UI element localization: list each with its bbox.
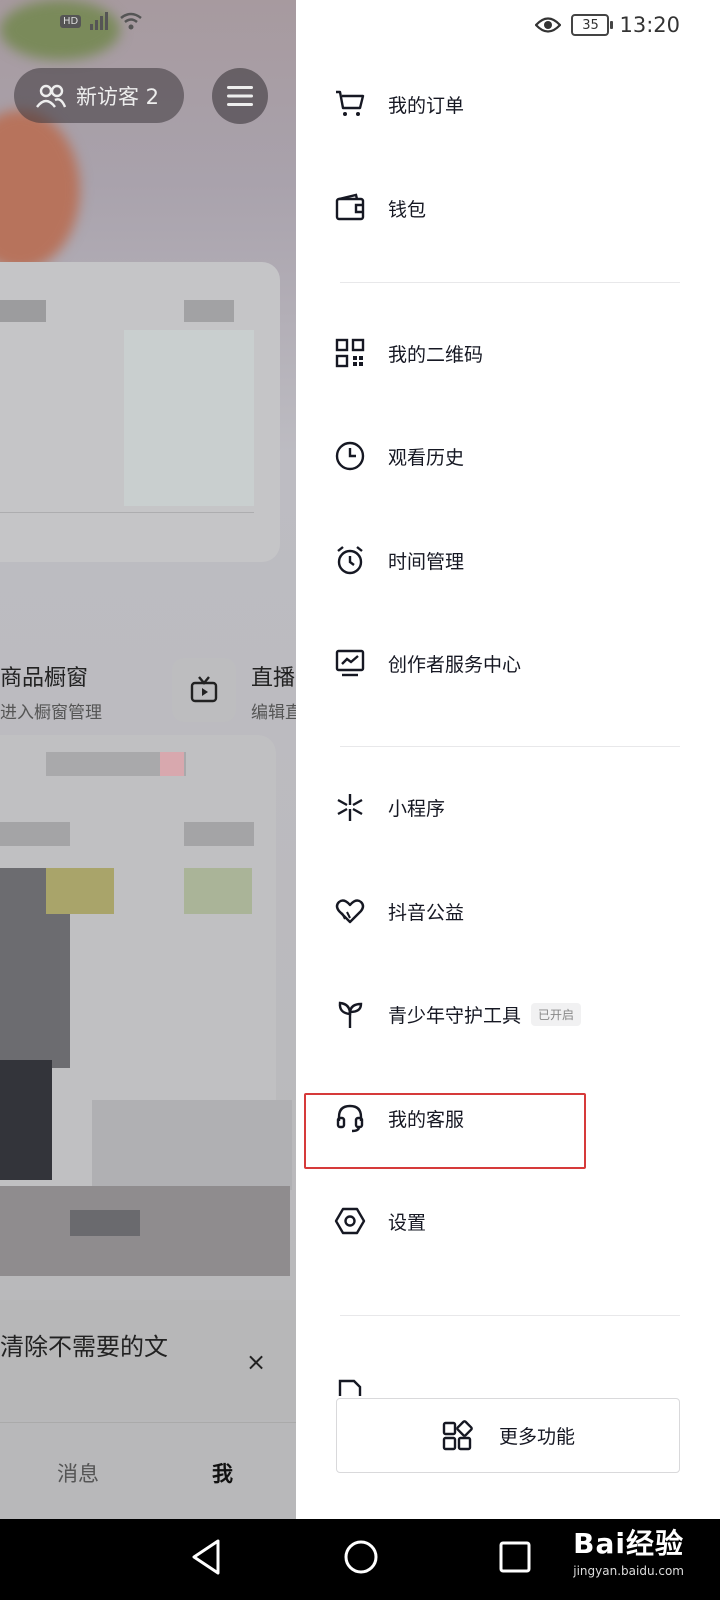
menu-item-label: 创作者服务中心 (388, 653, 522, 676)
qr-code-icon (332, 335, 368, 371)
clock-icon (332, 438, 368, 474)
tv-icon (190, 676, 218, 703)
pixelated-block (0, 1186, 290, 1276)
home-icon[interactable] (342, 1537, 380, 1577)
status-right: 35 13:20 (535, 13, 680, 37)
status-left-icons: HD (60, 12, 143, 30)
close-icon[interactable]: × (246, 1348, 266, 1376)
bottom-tab-bar (0, 1422, 296, 1519)
hamburger-menu-button[interactable] (212, 68, 268, 124)
pixelated-block (46, 868, 114, 914)
apps-grid-icon (442, 1419, 473, 1450)
divider (340, 282, 680, 283)
live-label: 直播 (251, 666, 296, 691)
blurred-figure (0, 110, 80, 270)
pixelated-block (0, 1060, 52, 1180)
menu-item-label: 我的二维码 (388, 343, 484, 366)
visitor-pill-label: 新访客 2 (76, 84, 160, 109)
clock-time: 13:20 (619, 13, 680, 37)
battery-icon: 35 (571, 14, 614, 36)
document-icon (338, 1379, 362, 1396)
menu-item-watch-history[interactable]: 观看历史 (332, 428, 682, 484)
shop-window-subtitle: 进入橱窗管理 (0, 703, 102, 723)
hamburger-icon (227, 86, 253, 106)
settings-hexagon-icon (332, 1203, 368, 1239)
back-icon[interactable] (188, 1537, 224, 1577)
wifi-icon (120, 12, 143, 30)
signal-icon (90, 12, 109, 30)
menu-item-label: 抖音公益 (388, 901, 465, 924)
pixelated-block (160, 752, 184, 776)
menu-item-creator-center[interactable]: 创作者服务中心 (332, 635, 682, 691)
more-features-button[interactable]: 更多功能 (336, 1398, 680, 1473)
divider (340, 1315, 680, 1316)
menu-item-wallet[interactable]: 钱包 (332, 180, 682, 236)
cart-icon (332, 86, 368, 122)
menu-item-youth-protection[interactable]: 青少年守护工具 已开启 (332, 986, 682, 1042)
hidden-menu-item (332, 1372, 682, 1396)
live-subtitle: 编辑直 (251, 703, 296, 723)
people-icon (36, 84, 66, 108)
status-badge: 已开启 (531, 1002, 582, 1026)
pixelated-block (184, 868, 252, 914)
menu-item-settings[interactable]: 设置 (332, 1193, 682, 1249)
alarm-clock-icon (332, 542, 368, 578)
menu-item-mini-programs[interactable]: 小程序 (332, 779, 682, 835)
menu-item-label: 时间管理 (388, 550, 465, 573)
pixelated-block (92, 1100, 292, 1190)
shop-window-label: 商品橱窗 (0, 666, 89, 691)
more-features-label: 更多功能 (498, 1426, 575, 1448)
new-visitors-button[interactable]: 新访客 2 (14, 68, 184, 123)
hd-icon: HD (60, 14, 82, 28)
sprout-icon (332, 996, 368, 1032)
side-drawer: 35 13:20 我的订单 钱包 我的二维码 观看历史 时间管理 创作者服务中心… (296, 0, 720, 1519)
heart-hands-icon (332, 893, 368, 929)
menu-item-label: 钱包 (388, 198, 427, 221)
pixelated-block (124, 330, 254, 506)
battery-level: 35 (582, 17, 599, 33)
tab-messages[interactable]: 消息 (57, 1458, 99, 1488)
menu-item-orders[interactable]: 我的订单 (332, 76, 682, 132)
menu-item-label: 小程序 (388, 797, 446, 820)
live-tv-button[interactable] (172, 658, 236, 722)
menu-item-label: 青少年守护工具 (388, 1004, 522, 1027)
tip-banner-text: 清除不需要的文 (0, 1333, 168, 1361)
card-divider (0, 512, 254, 513)
menu-item-time-management[interactable]: 时间管理 (332, 532, 682, 588)
watermark-main: Bai经验 (573, 1527, 684, 1560)
blurred-logo (0, 0, 120, 60)
watermark-sub: jingyan.baidu.com (573, 1564, 684, 1578)
tab-me[interactable]: 我 (212, 1458, 233, 1488)
highlight-box (304, 1093, 586, 1169)
background-app: HD 新访客 2 商品橱窗 进入橱窗管理 直播 编辑直 清除不需要的文 × 消息… (0, 0, 296, 1519)
menu-item-qr-code[interactable]: 我的二维码 (332, 325, 682, 381)
pixelated-block (0, 300, 46, 322)
wallet-icon (332, 190, 368, 226)
pixelated-block (184, 822, 254, 846)
pixelated-block (184, 300, 234, 322)
menu-item-label: 我的订单 (388, 94, 465, 117)
menu-item-label: 观看历史 (388, 446, 465, 469)
eye-icon (535, 17, 562, 33)
pixelated-block (70, 1210, 140, 1236)
mini-program-icon (332, 789, 368, 825)
chart-monitor-icon (332, 645, 368, 681)
menu-item-charity[interactable]: 抖音公益 (332, 883, 682, 939)
pixelated-block (0, 822, 70, 846)
recents-icon[interactable] (497, 1537, 533, 1577)
divider (340, 746, 680, 747)
baidu-jingyan-watermark: Bai经验 jingyan.baidu.com (573, 1522, 684, 1578)
menu-item-label: 设置 (388, 1211, 427, 1234)
